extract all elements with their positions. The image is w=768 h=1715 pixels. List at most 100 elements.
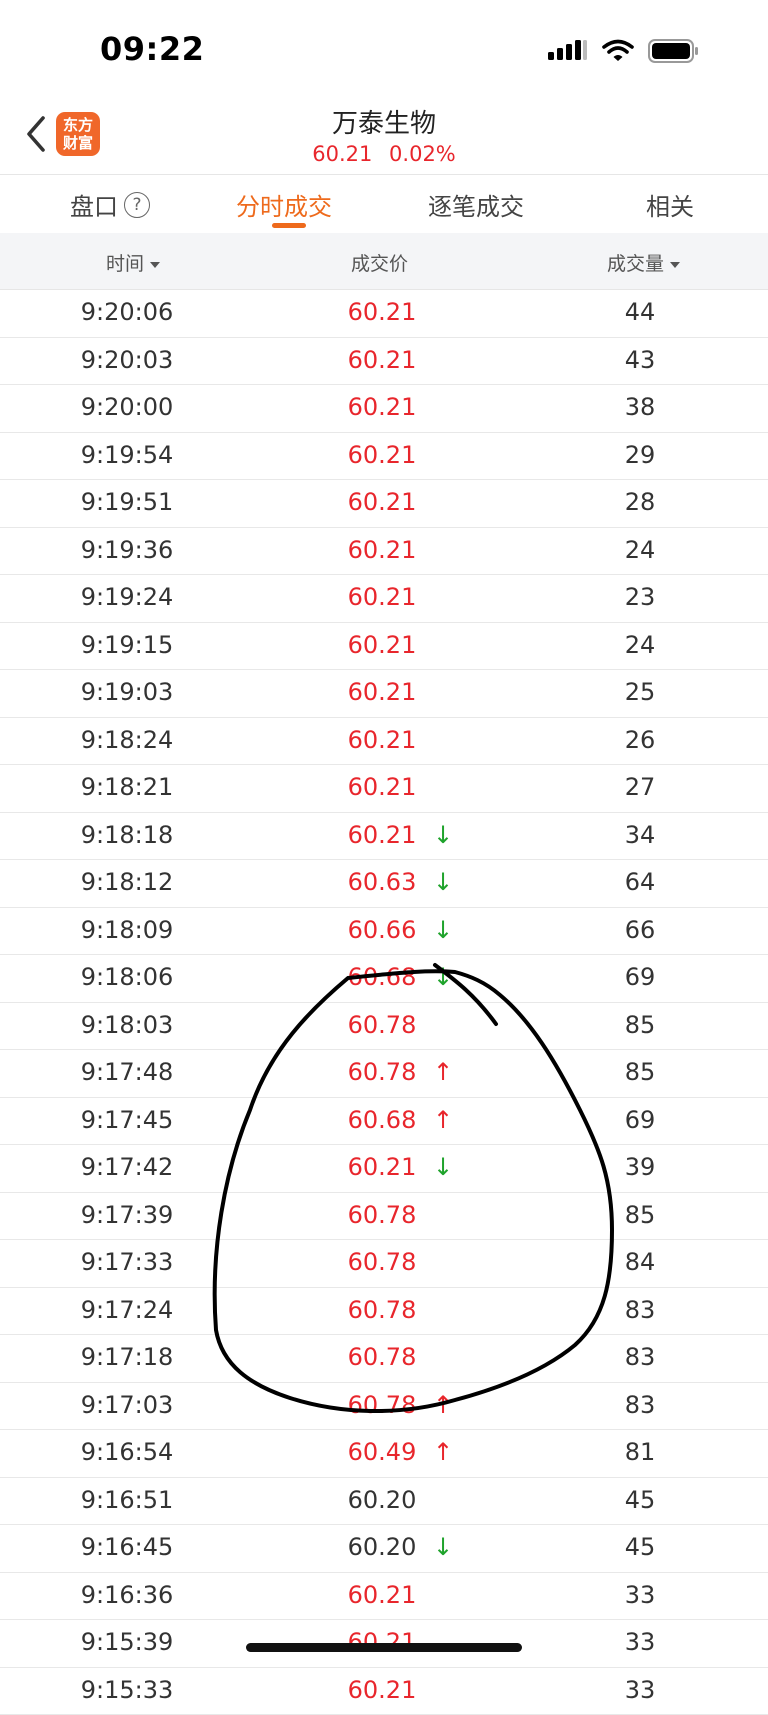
trade-time: 9:20:00	[0, 393, 254, 421]
trade-price: 60.78	[270, 1248, 494, 1276]
sort-caret-icon	[670, 262, 680, 268]
trade-time: 9:19:54	[0, 441, 254, 469]
trade-time: 9:18:24	[0, 726, 254, 754]
trade-volume: 24	[560, 631, 720, 659]
trade-row: 9:17:4860.78↑85	[0, 1050, 768, 1098]
trade-time: 9:18:21	[0, 773, 254, 801]
trade-row: 9:20:06 60.21 44	[0, 290, 768, 338]
trade-volume: 27	[560, 773, 720, 801]
trade-price: 60.21	[270, 1676, 494, 1704]
trade-volume: 25	[560, 678, 720, 706]
trade-volume: 85	[560, 1058, 720, 1086]
trade-row: 9:18:1860.21↓34	[0, 813, 768, 861]
trade-price: 60.20	[270, 1533, 494, 1561]
trade-time: 9:20:03	[0, 346, 254, 374]
trade-volume: 28	[560, 488, 720, 516]
arrow-up-icon: ↑	[433, 1438, 453, 1466]
trade-row: 9:19:2460.2123	[0, 575, 768, 623]
trade-price: 60.78	[270, 1011, 494, 1039]
help-icon[interactable]: ?	[124, 192, 150, 218]
wifi-icon	[602, 39, 634, 63]
trade-price: 60.21	[270, 773, 494, 801]
trade-volume: 33	[560, 1676, 720, 1704]
trade-time: 9:17:42	[0, 1153, 254, 1181]
trade-row: 9:18:1260.63↓64	[0, 860, 768, 908]
trade-volume: 85	[560, 1201, 720, 1229]
trade-row: 9:16:4560.20↓45	[0, 1525, 768, 1573]
trade-volume: 43	[560, 346, 720, 374]
trade-time: 9:15:39	[0, 1628, 254, 1656]
trade-price: 60.21	[270, 631, 494, 659]
trade-volume: 69	[560, 963, 720, 991]
sort-time-header[interactable]: 时间	[106, 249, 160, 276]
trade-row: 9:17:2460.7883	[0, 1288, 768, 1336]
trade-row: 9:17:3360.7884	[0, 1240, 768, 1288]
volume-header-label: 成交量	[607, 253, 664, 275]
stock-price: 60.21	[312, 142, 372, 166]
trade-row: 9:18:0360.7885	[0, 1003, 768, 1051]
tab-minute-trades[interactable]: 分时成交	[236, 187, 332, 222]
table-header: 时间 成交价 成交量	[0, 233, 768, 290]
trade-price: 60.21	[270, 678, 494, 706]
trade-time: 9:19:24	[0, 583, 254, 611]
trade-time: 9:15:33	[0, 1676, 254, 1704]
tab-order-book[interactable]: 盘口?	[70, 187, 150, 222]
trade-row: 9:18:2460.2126	[0, 718, 768, 766]
trade-price: 60.21	[270, 488, 494, 516]
trade-price: 60.21	[270, 298, 494, 326]
sort-caret-icon	[150, 262, 160, 268]
status-bar: 09:22	[0, 0, 768, 100]
trade-row: 9:17:1860.7883	[0, 1335, 768, 1383]
trade-time: 9:20:06	[0, 298, 254, 326]
trade-price: 60.78	[270, 1058, 494, 1086]
price-header: 成交价	[351, 249, 408, 276]
arrow-down-icon: ↓	[433, 868, 453, 896]
trade-volume: 84	[560, 1248, 720, 1276]
trade-price: 60.68	[270, 1106, 494, 1134]
trade-row: 9:18:0660.68↓69	[0, 955, 768, 1003]
cellular-signal-icon	[548, 39, 588, 63]
trade-row: 9:17:4560.68↑69	[0, 1098, 768, 1146]
trade-volume: 83	[560, 1391, 720, 1419]
trade-volume: 85	[560, 1011, 720, 1039]
trade-price: 60.21	[270, 821, 494, 849]
trade-row: 9:19:03 60.21 25	[0, 670, 768, 718]
trade-price: 60.78	[270, 1343, 494, 1371]
time-header-label: 时间	[106, 253, 144, 275]
trade-volume: 23	[560, 583, 720, 611]
trade-volume: 69	[560, 1106, 720, 1134]
trade-row: 9:17:0360.78↑83	[0, 1383, 768, 1431]
tab-related[interactable]: 相关	[646, 187, 694, 222]
trade-time: 9:17:24	[0, 1296, 254, 1324]
trade-volume: 38	[560, 393, 720, 421]
trade-list[interactable]: 9:20:06 60.21 44 9:20:03 60.21 43 9:20:00 60.21…	[0, 290, 768, 1715]
trade-row: 9:17:3960.7885	[0, 1193, 768, 1241]
trade-price: 60.78	[270, 1391, 494, 1419]
arrow-down-icon: ↓	[433, 916, 453, 944]
trade-time: 9:16:36	[0, 1581, 254, 1609]
trade-volume: 45	[560, 1533, 720, 1561]
trade-price: 60.20	[270, 1486, 494, 1514]
trade-volume: 39	[560, 1153, 720, 1181]
trade-price: 60.78	[270, 1296, 494, 1324]
trade-price: 60.21	[270, 726, 494, 754]
stock-change-pct: 0.02%	[389, 142, 456, 166]
trade-time: 9:19:03	[0, 678, 254, 706]
trade-row: 9:18:0960.66↓66	[0, 908, 768, 956]
trade-row: 9:18:21 60.21 27	[0, 765, 768, 813]
sort-volume-header[interactable]: 成交量	[607, 249, 680, 276]
battery-icon	[648, 38, 700, 64]
trade-volume: 45	[560, 1486, 720, 1514]
trade-time: 9:18:12	[0, 868, 254, 896]
tab-tick-trades[interactable]: 逐笔成交	[428, 187, 524, 222]
trade-time: 9:16:54	[0, 1438, 254, 1466]
trade-price: 60.68	[270, 963, 494, 991]
tab-bar: 盘口? 分时成交 逐笔成交 相关	[0, 174, 768, 234]
arrow-up-icon: ↑	[433, 1058, 453, 1086]
trade-volume: 29	[560, 441, 720, 469]
trade-row: 9:16:5160.2045	[0, 1478, 768, 1526]
trade-time: 9:18:18	[0, 821, 254, 849]
trade-time: 9:16:45	[0, 1533, 254, 1561]
trade-volume: 44	[560, 298, 720, 326]
trade-time: 9:17:18	[0, 1343, 254, 1371]
